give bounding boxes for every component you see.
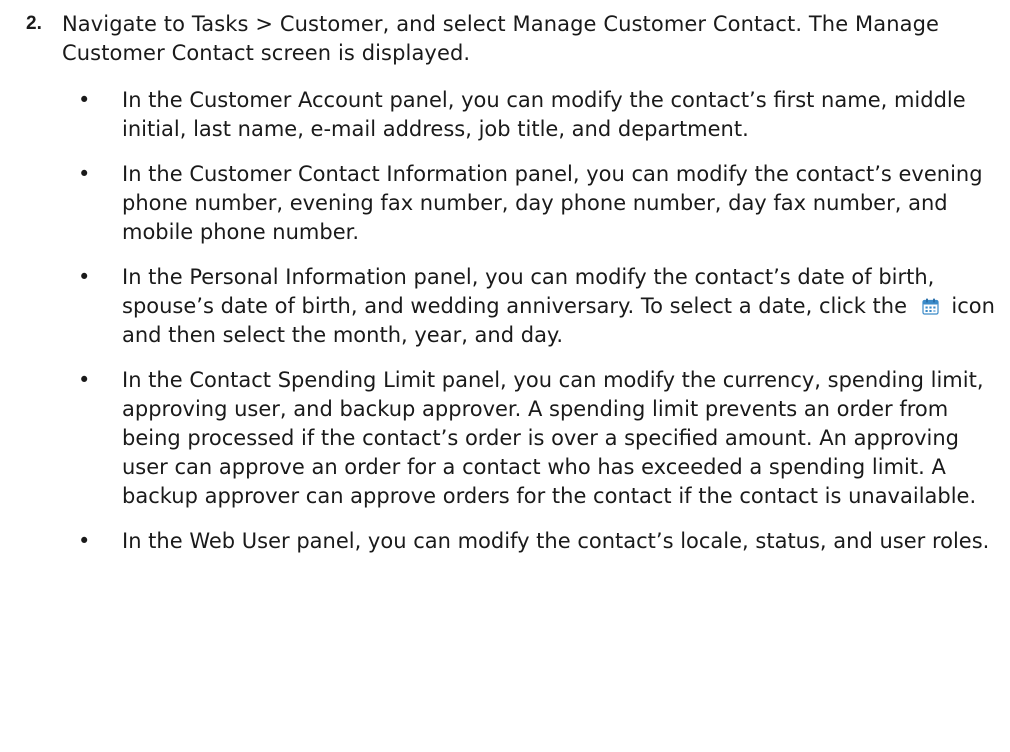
bullet-text: In the Web User panel, you can modify th… [122,529,990,553]
step-intro: Navigate to Tasks > Customer, and select… [62,12,940,65]
step-number: 2. [26,13,42,34]
bullet-text: In the Contact Spending Limit panel, you… [122,368,984,508]
bullet-marker: • [78,529,91,553]
bullet-marker: • [78,162,91,186]
list-item-customer-contact-information: • In the Customer Contact Information pa… [78,160,996,247]
bullet-list: • In the Customer Account panel, you can… [26,86,996,556]
list-item-customer-account: • In the Customer Account panel, you can… [78,86,996,144]
bullet-text-before-icon: In the Personal Information panel, you c… [122,265,935,318]
bullet-text: In the Customer Contact Information pane… [122,162,983,244]
bullet-marker: • [78,368,91,392]
bullet-marker: • [78,265,91,289]
list-item-web-user: • In the Web User panel, you can modify … [78,527,996,556]
calendar-icon [922,298,939,315]
list-item-personal-information: • In the Personal Information panel, you… [78,263,996,350]
bullet-text: In the Customer Account panel, you can m… [122,88,966,141]
bullet-marker: • [78,88,91,112]
list-item-contact-spending-limit: • In the Contact Spending Limit panel, y… [78,366,996,511]
procedure-step: 2. Navigate to Tasks > Customer, and sel… [26,10,996,572]
